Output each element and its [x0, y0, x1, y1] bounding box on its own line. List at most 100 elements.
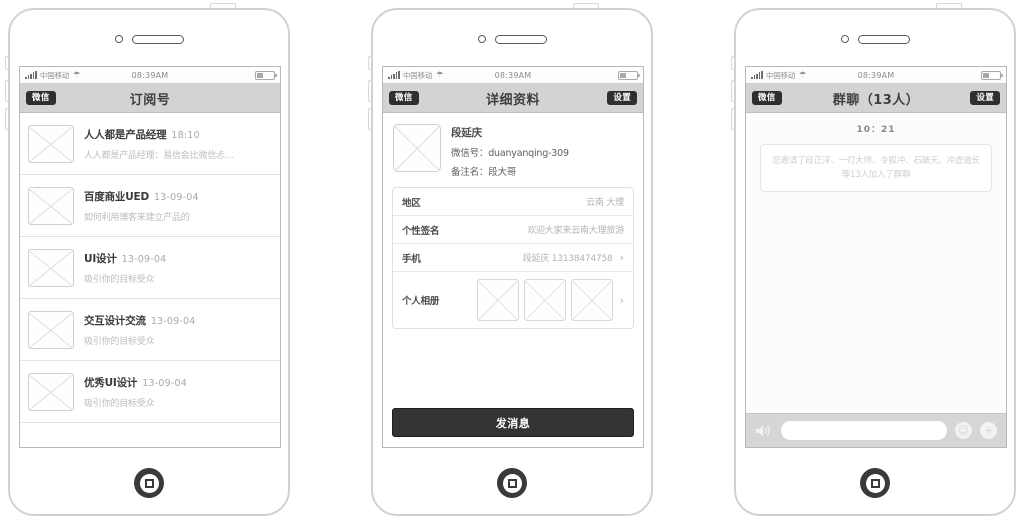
speaker-icon[interactable]	[755, 424, 773, 438]
info-row-album[interactable]: 个人相册 ›	[393, 272, 633, 328]
front-camera-icon	[114, 35, 123, 43]
album-thumbnail[interactable]	[523, 279, 566, 321]
phone-3-screen: 中国移动 ☂ 08:39AM 微信 群聊（13人） 设置 10：21 您邀请了段…	[745, 66, 1007, 448]
page-title: 详细资料	[485, 92, 540, 108]
info-row-signature[interactable]: 个性签名 欢迎大家来云南大理旅游	[393, 216, 633, 244]
album-thumbnail[interactable]	[570, 279, 613, 321]
send-message-button[interactable]: 发消息	[392, 408, 634, 437]
wireframe-canvas: 中国移动 ☂ 08:39AM 微信 订阅号 人人都是产品经理 18:10 人人都…	[0, 0, 1024, 524]
phone-2-body: 段延庆 微信号：duanyanqing-309 备注名：段大哥 地区 云南 大理…	[383, 113, 643, 447]
phone-1-subscription-list: 中国移动 ☂ 08:39AM 微信 订阅号 人人都是产品经理 18:10 人人都…	[5, 3, 290, 516]
chat-message-scroll[interactable]: 10：21 您邀请了段正淳、一灯大师、令狐冲、石破天、冲虚道长等13人加入了群聊	[746, 113, 1006, 413]
home-button[interactable]	[860, 468, 890, 498]
back-button[interactable]: 微信	[389, 90, 419, 106]
info-row-phone[interactable]: 手机 段延庆 13138474758 ›	[393, 244, 633, 272]
mute-switch[interactable]	[5, 56, 8, 70]
album-thumbnails	[476, 279, 613, 321]
chat-timestamp: 10：21	[856, 125, 896, 135]
chat-text-input[interactable]	[781, 421, 947, 440]
volume-down-button[interactable]	[368, 108, 371, 130]
album-label: 个人相册	[402, 296, 440, 307]
earpiece-speaker-icon	[857, 34, 910, 44]
power-button[interactable]	[573, 3, 599, 8]
profile-info-card: 地区 云南 大理 个性签名 欢迎大家来云南大理旅游 手机 段延庆 1313847…	[392, 187, 634, 329]
power-button[interactable]	[936, 3, 962, 8]
list-item[interactable]: 百度商业UED 13-09-04 如何利用博客来建立产品的	[20, 175, 280, 237]
subscription-list: 人人都是产品经理 18:10 人人都是产品经理：易信会比微信忐… 百度商业UED…	[20, 113, 280, 423]
list-item[interactable]: 优秀UI设计 13-09-04 吸引你的目标受众	[20, 361, 280, 423]
avatar	[28, 186, 74, 225]
list-item-title: 交互设计交流	[84, 314, 146, 327]
settings-button[interactable]: 设置	[607, 90, 637, 106]
info-row-value: 欢迎大家来云南大理旅游	[527, 226, 624, 236]
status-bar: 中国移动 ☂ 08:39AM	[383, 67, 643, 84]
phone-3-navbar: 微信 群聊（13人） 设置	[746, 84, 1006, 113]
profile-header: 段延庆 微信号：duanyanqing-309 备注名：段大哥	[383, 113, 643, 187]
back-button[interactable]: 微信	[752, 90, 782, 106]
phone-2-profile-detail: 中国移动 ☂ 08:39AM 微信 详细资料 设置 段延庆 微信号：duanya…	[368, 3, 653, 516]
home-button[interactable]	[134, 468, 164, 498]
avatar	[28, 310, 74, 349]
list-item-title: 优秀UI设计	[84, 376, 138, 389]
avatar	[28, 124, 74, 163]
profile-name: 段延庆	[451, 127, 482, 139]
mute-switch[interactable]	[731, 56, 734, 70]
chat-container: 10：21 您邀请了段正淳、一灯大师、令狐冲、石破天、冲虚道长等13人加入了群聊	[746, 113, 1006, 447]
front-camera-icon	[840, 35, 849, 43]
phone-2-navbar: 微信 详细资料 设置	[383, 84, 643, 113]
volume-up-button[interactable]	[5, 80, 8, 102]
list-item[interactable]: 人人都是产品经理 18:10 人人都是产品经理：易信会比微信忐…	[20, 113, 280, 175]
settings-button[interactable]: 设置	[970, 90, 1000, 106]
info-row-label: 手机	[402, 253, 421, 265]
avatar	[28, 372, 74, 411]
list-item[interactable]: 交互设计交流 13-09-04 吸引你的目标受众	[20, 299, 280, 361]
list-item-title: 人人都是产品经理	[84, 128, 167, 141]
phone-1-navbar: 微信 订阅号	[20, 84, 280, 113]
volume-up-button[interactable]	[368, 80, 371, 102]
power-button[interactable]	[210, 3, 236, 8]
earpiece-speaker-icon	[131, 34, 184, 44]
phone-top-hardware	[10, 32, 288, 46]
volume-up-button[interactable]	[731, 80, 734, 102]
status-clock: 08:39AM	[494, 70, 532, 80]
system-message-bubble: 您邀请了段正淳、一灯大师、令狐冲、石破天、冲虚道长等13人加入了群聊	[760, 144, 992, 193]
volume-down-button[interactable]	[731, 108, 734, 130]
list-item-time: 13-09-04	[121, 253, 167, 265]
list-item-time: 18:10	[171, 129, 200, 141]
list-item-subtitle: 吸引你的目标受众	[84, 274, 155, 285]
phone-2-screen: 中国移动 ☂ 08:39AM 微信 详细资料 设置 段延庆 微信号：duanya…	[382, 66, 644, 448]
home-button[interactable]	[497, 468, 527, 498]
profile-remark-name: 备注名：段大哥	[451, 167, 517, 178]
status-clock: 08:39AM	[131, 70, 169, 80]
info-row-region[interactable]: 地区 云南 大理	[393, 188, 633, 216]
back-button[interactable]: 微信	[26, 90, 56, 106]
phone-1-screen: 中国移动 ☂ 08:39AM 微信 订阅号 人人都是产品经理 18:10 人人都…	[19, 66, 281, 448]
info-row-value: 段延庆 13138474758	[522, 254, 613, 264]
list-item-time: 13-09-04	[142, 377, 187, 389]
mute-switch[interactable]	[368, 56, 371, 70]
front-camera-icon	[477, 35, 486, 43]
info-row-label: 个性签名	[402, 225, 440, 237]
smiley-icon[interactable]: ☺	[955, 422, 972, 439]
list-item-time: 13-09-04	[154, 191, 199, 203]
list-item-subtitle: 吸引你的目标受众	[84, 398, 155, 409]
volume-down-button[interactable]	[5, 108, 8, 130]
phone-1-body: 人人都是产品经理 18:10 人人都是产品经理：易信会比微信忐… 百度商业UED…	[20, 113, 280, 447]
list-item[interactable]: UI设计 13-09-04 吸引你的目标受众	[20, 237, 280, 299]
page-title: 订阅号	[129, 92, 171, 108]
list-item-subtitle: 人人都是产品经理：易信会比微信忐…	[84, 150, 234, 161]
phone-3-group-chat: 中国移动 ☂ 08:39AM 微信 群聊（13人） 设置 10：21 您邀请了段…	[731, 3, 1016, 516]
battery-icon	[981, 70, 1003, 80]
album-thumbnail[interactable]	[476, 279, 519, 321]
status-bar: 中国移动 ☂ 08:39AM	[746, 67, 1006, 84]
battery-icon	[618, 70, 640, 80]
chevron-right-icon: ›	[619, 251, 624, 264]
plus-icon[interactable]: +	[980, 422, 997, 439]
list-item-subtitle: 如何利用博客来建立产品的	[84, 212, 190, 223]
status-bar: 中国移动 ☂ 08:39AM	[20, 67, 280, 84]
phone-top-hardware	[736, 32, 1014, 46]
chevron-right-icon: ›	[619, 293, 624, 307]
battery-icon	[255, 70, 277, 80]
avatar	[28, 248, 74, 287]
avatar[interactable]	[393, 124, 441, 172]
